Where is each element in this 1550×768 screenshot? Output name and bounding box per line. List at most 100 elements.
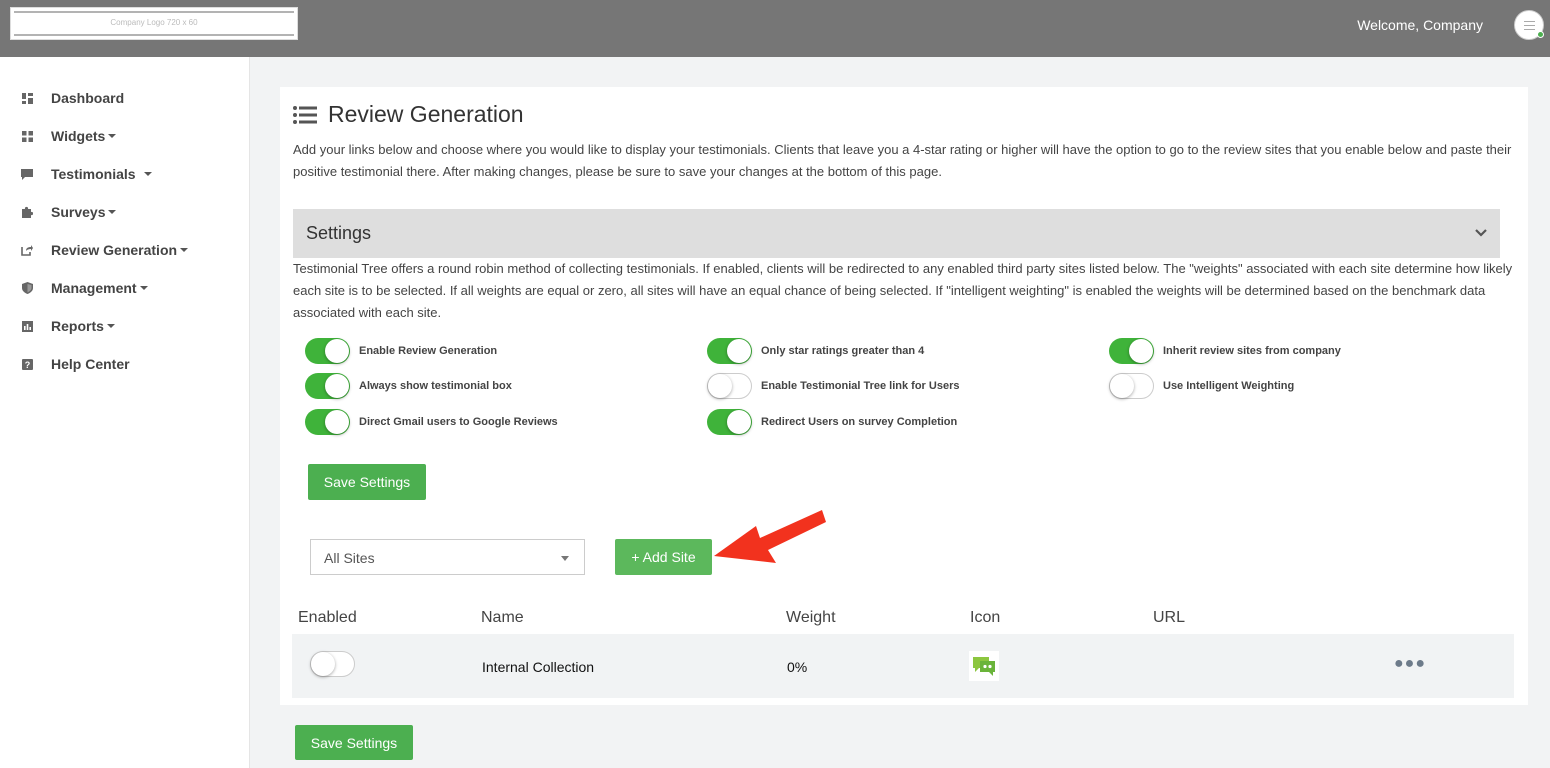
sidebar-item-dashboard[interactable]: Dashboard — [20, 86, 124, 110]
chevron-down-icon — [108, 134, 117, 138]
save-settings-button[interactable]: Save Settings — [308, 464, 426, 500]
toggle-knob — [1129, 339, 1153, 363]
svg-text:?: ? — [24, 360, 30, 370]
toggle-switch[interactable] — [707, 409, 752, 435]
toggle-knob — [727, 339, 751, 363]
toggle-knob — [1110, 374, 1134, 398]
toggle-row-gmail-google-reviews: Direct Gmail users to Google Reviews — [305, 409, 558, 435]
sidebar-item-label: Management — [51, 280, 137, 296]
sidebar-item-testimonials[interactable]: Testimonials — [20, 162, 152, 186]
toggle-switch[interactable] — [305, 409, 350, 435]
puzzle-icon — [20, 205, 34, 219]
sidebar-item-review-generation[interactable]: Review Generation — [20, 238, 189, 262]
site-name: Internal Collection — [482, 659, 595, 675]
toggle-row-intelligent-weighting: Use Intelligent Weighting — [1109, 373, 1294, 399]
report-icon — [20, 319, 34, 333]
column-header-name: Name — [481, 609, 524, 626]
toggle-switch[interactable] — [1109, 373, 1154, 399]
toggle-knob — [325, 410, 349, 434]
chevron-down-icon — [143, 172, 152, 176]
column-header-weight: Weight — [786, 609, 836, 626]
chevron-down-icon — [180, 248, 189, 252]
chevron-down-icon — [108, 210, 117, 214]
more-options-icon[interactable]: ●●● — [1394, 655, 1426, 673]
toggle-knob — [311, 652, 335, 676]
review-generation-card: Review Generation Add your links below a… — [280, 87, 1528, 705]
toggle-label: Only star ratings greater than 4 — [761, 345, 925, 357]
top-bar: Company Logo 720 x 60 Welcome, Company — [0, 0, 1550, 57]
toggle-knob — [708, 374, 732, 398]
toggle-row-testimonial-tree-link: Enable Testimonial Tree link for Users — [707, 373, 959, 399]
logo-text: Company Logo 720 x 60 — [110, 18, 198, 27]
settings-description: Testimonial Tree offers a round robin me… — [293, 261, 1513, 320]
toggle-label: Use Intelligent Weighting — [1163, 380, 1295, 392]
toggle-switch[interactable] — [707, 338, 752, 364]
help-icon: ? — [20, 357, 34, 371]
column-header-icon: Icon — [970, 609, 1001, 626]
toggle-row-star-ratings: Only star ratings greater than 4 — [707, 338, 924, 364]
toggle-label: Enable Review Generation — [359, 345, 498, 357]
dashboard-icon — [20, 91, 34, 105]
toggle-switch[interactable] — [707, 373, 752, 399]
toggle-switch[interactable] — [305, 338, 350, 364]
column-header-enabled: Enabled — [298, 609, 357, 626]
site-enabled-toggle[interactable] — [310, 651, 355, 677]
sidebar-item-label: Surveys — [51, 204, 106, 220]
comment-icon — [20, 167, 34, 181]
logo-border-top — [14, 11, 294, 13]
site-weight: 0% — [787, 659, 808, 675]
chevron-down-icon — [139, 286, 148, 290]
bottom-save-settings-button[interactable]: Save Settings — [295, 725, 413, 760]
settings-heading: Settings — [306, 223, 372, 243]
sidebar-item-surveys[interactable]: Surveys — [20, 200, 117, 224]
share-icon — [20, 243, 34, 257]
sidebar-item-label: Widgets — [51, 128, 106, 144]
toggle-row-always-show-testimonial-box: Always show testimonial box — [305, 373, 512, 399]
sidebar-item-label: Dashboard — [51, 90, 125, 106]
sidebar-item-label: Help Center — [51, 356, 130, 372]
toggle-row-inherit-review-sites: Inherit review sites from company — [1109, 338, 1341, 364]
sidebar-item-widgets[interactable]: Widgets — [20, 124, 117, 148]
list-icon — [293, 106, 317, 129]
toggle-switch[interactable] — [1109, 338, 1154, 364]
add-site-button[interactable]: + Add Site — [615, 539, 712, 575]
toggle-switch[interactable] — [305, 373, 350, 399]
welcome-text: Welcome, Company — [1357, 17, 1483, 33]
page-title: Review Generation — [328, 101, 524, 127]
sidebar-item-label: Reports — [51, 318, 104, 334]
settings-panel-header[interactable]: Settings — [293, 209, 1500, 258]
toggle-label: Always show testimonial box — [359, 380, 512, 392]
toggle-row-enable-review-generation: Enable Review Generation — [305, 338, 497, 364]
table-row: Internal Collection 0% ●●● — [292, 634, 1514, 698]
toggle-label: Direct Gmail users to Google Reviews — [359, 416, 558, 428]
site-filter-select[interactable]: All Sites — [310, 539, 585, 575]
intro-text: Add your links below and choose where yo… — [293, 142, 1512, 179]
sidebar: Dashboard Widgets Testimonials Surveys R… — [0, 57, 250, 768]
sidebar-item-help-center[interactable]: ? Help Center — [20, 352, 130, 376]
company-logo[interactable]: Company Logo 720 x 60 — [10, 7, 298, 40]
toggle-label: Redirect Users on survey Completion — [761, 416, 958, 428]
sidebar-item-label: Review Generation — [51, 242, 178, 258]
chevron-down-icon — [106, 324, 115, 328]
avatar-line — [1524, 25, 1535, 26]
shield-icon — [20, 281, 34, 295]
logo-border-bottom — [14, 34, 294, 36]
online-status-dot — [1537, 31, 1544, 38]
sidebar-item-reports[interactable]: Reports — [20, 314, 115, 338]
toggle-label: Inherit review sites from company — [1163, 345, 1341, 357]
column-header-url: URL — [1153, 609, 1186, 626]
site-filter-value: All Sites — [324, 550, 375, 566]
toggle-label: Enable Testimonial Tree link for Users — [761, 380, 960, 392]
widgets-icon — [20, 129, 34, 143]
avatar[interactable] — [1514, 10, 1544, 40]
chevron-down-icon[interactable] — [1474, 225, 1488, 243]
sidebar-item-label: Testimonials — [51, 166, 136, 182]
chevron-down-icon — [561, 556, 569, 561]
toggle-knob — [727, 410, 751, 434]
toggle-knob — [325, 339, 349, 363]
avatar-line — [1524, 21, 1535, 22]
sidebar-item-management[interactable]: Management — [20, 276, 148, 300]
avatar-line — [1524, 29, 1535, 30]
chat-bubbles-icon — [969, 651, 999, 681]
toggle-knob — [325, 374, 349, 398]
